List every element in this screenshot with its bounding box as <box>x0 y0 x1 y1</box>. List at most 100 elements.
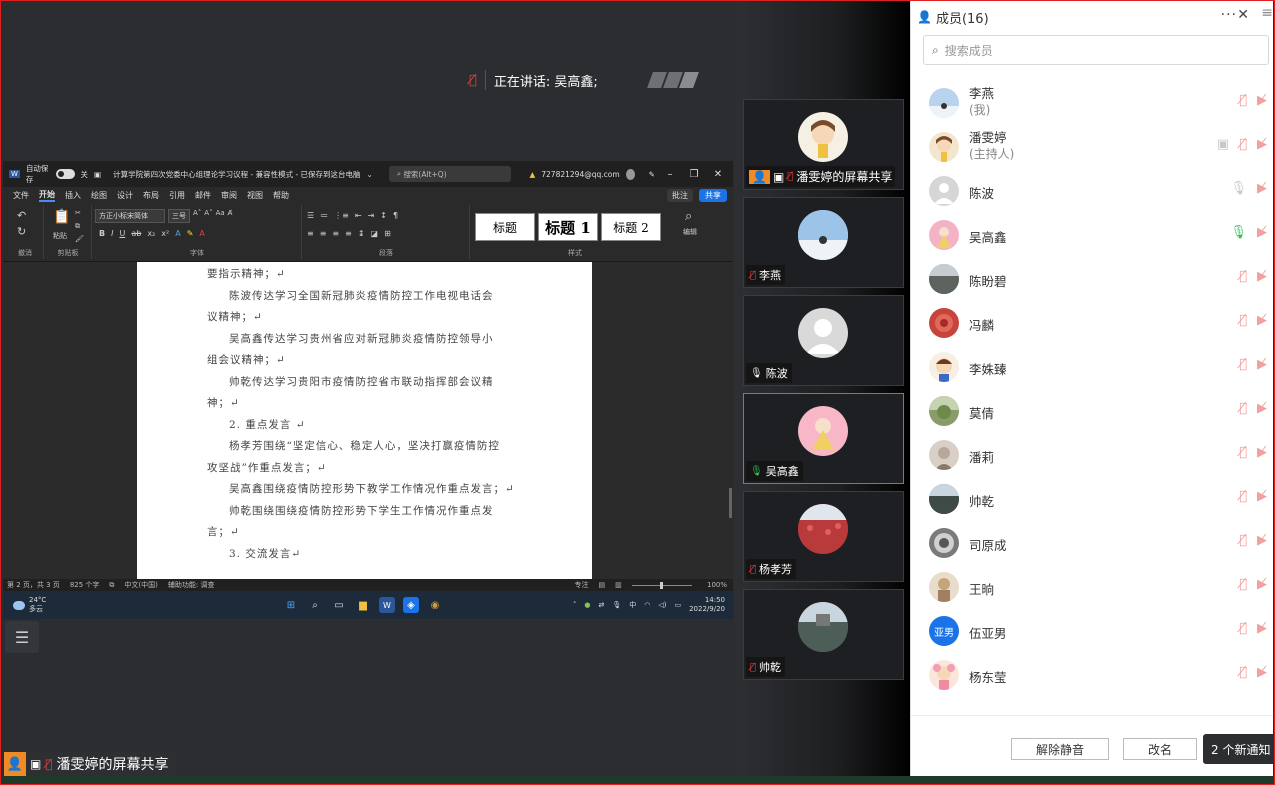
word-search-box[interactable]: ⌕ 搜索(Alt+Q) <box>388 166 512 182</box>
search-icon[interactable]: ⌕ <box>307 597 323 613</box>
mic-muted-icon[interactable]: 🎙̸ <box>1239 357 1247 372</box>
pen-icon[interactable]: ✎ <box>649 170 655 179</box>
bold-icon[interactable]: B <box>99 229 105 238</box>
member-row[interactable]: 莫倩 🎙̸ ▶̸ <box>911 389 1273 433</box>
strikethrough-icon[interactable]: ab <box>131 229 141 238</box>
bullets-icon[interactable]: ☰ <box>307 211 314 220</box>
paste-label[interactable]: 粘贴 <box>53 231 67 241</box>
accessibility-status[interactable]: 辅助功能: 调查 <box>168 580 215 590</box>
multilevel-icon[interactable]: ⋮≡ <box>334 211 349 220</box>
mic-icon[interactable]: 🎙 <box>1230 181 1247 196</box>
autosave-toggle[interactable] <box>56 169 75 179</box>
copy-icon[interactable]: ⧉ <box>75 222 80 231</box>
more-icon[interactable]: ··· <box>1221 7 1237 23</box>
mic-muted-icon[interactable]: 🎙̸ <box>1239 489 1247 504</box>
align-center-icon[interactable]: ≡ <box>320 229 327 238</box>
camera-off-icon[interactable]: ▶̸ <box>1257 225 1267 240</box>
video-tile[interactable]: 👤 ▣ 🎙̸ 潘雯婷的屏幕共享 <box>743 99 904 190</box>
camera-off-icon[interactable]: ▶̸ <box>1257 313 1267 328</box>
clear-format-icon[interactable]: A̸ <box>228 209 233 223</box>
member-search-input[interactable]: ⌕ 搜索成员 <box>923 35 1269 65</box>
close-icon[interactable]: ✕ <box>1237 7 1249 23</box>
menu-review[interactable]: 审阅 <box>221 190 237 201</box>
decrease-indent-icon[interactable]: ⇤ <box>355 211 362 220</box>
redo-icon[interactable]: ↻ <box>17 225 26 238</box>
taskbar-clock[interactable]: 14:50 2022/9/20 <box>689 596 725 614</box>
paste-icon[interactable]: 📋 <box>53 209 70 225</box>
menu-icon[interactable]: ≡ <box>1261 5 1273 21</box>
camera-off-icon[interactable]: ▶̸ <box>1257 445 1267 460</box>
menu-layout[interactable]: 布局 <box>143 190 159 201</box>
camera-off-icon[interactable]: ▶̸ <box>1257 269 1267 284</box>
menu-references[interactable]: 引用 <box>169 190 185 201</box>
member-row[interactable]: 杨东莹 🎙̸ ▶̸ <box>911 653 1273 697</box>
edit-label[interactable]: 编辑 <box>683 227 697 237</box>
vertical-scrollbar[interactable] <box>729 488 732 518</box>
member-row[interactable]: 冯麟 🎙̸ ▶̸ <box>911 301 1273 345</box>
numbering-icon[interactable]: ≔ <box>320 211 328 220</box>
word-count[interactable]: 825 个字 <box>70 580 100 590</box>
shading-icon[interactable]: ◪ <box>371 229 379 238</box>
rename-button[interactable]: 改名 <box>1123 738 1197 760</box>
line-spacing-icon[interactable]: ↨ <box>358 229 365 238</box>
superscript-icon[interactable]: x² <box>161 229 169 238</box>
wifi-icon[interactable]: ◠ <box>644 601 650 609</box>
mic-muted-icon[interactable]: 🎙̸ <box>1239 621 1247 636</box>
font-size-select[interactable]: 三号 <box>168 209 190 223</box>
font-color-icon[interactable]: A <box>199 229 204 238</box>
mic-muted-icon[interactable]: 🎙̸ <box>1239 93 1247 108</box>
member-row[interactable]: 陈波 🎙 ▶̸ <box>911 169 1273 213</box>
task-view-icon[interactable]: ▭ <box>331 597 347 613</box>
justify-icon[interactable]: ≡ <box>345 229 352 238</box>
underline-icon[interactable]: U <box>119 229 125 238</box>
mic-muted-icon[interactable]: 🎙̸ <box>1239 313 1247 328</box>
italic-icon[interactable]: I <box>111 229 113 238</box>
camera-off-icon[interactable]: ▶̸ <box>1257 489 1267 504</box>
member-row[interactable]: 吴高鑫 🎙 ▶̸ <box>911 213 1273 257</box>
volume-icon[interactable]: ◁) <box>658 601 666 609</box>
show-marks-icon[interactable]: ¶ <box>393 211 398 220</box>
grow-font-icon[interactable]: A˄ <box>193 209 201 223</box>
chevron-down-icon[interactable]: ⌄ <box>367 170 373 179</box>
shrink-font-icon[interactable]: A˅ <box>204 209 212 223</box>
meeting-taskbar-icon[interactable]: ◈ <box>403 597 419 613</box>
ime-indicator[interactable]: 中 <box>629 600 636 610</box>
chevron-up-icon[interactable]: ˄ <box>573 601 577 609</box>
video-tile[interactable]: 🎙̸ 帅乾 <box>743 589 904 680</box>
document-page[interactable]: 要指示精神；↵ 陈波传达学习全国新冠肺炎疫情防控工作电视电话会 议精神；↵ 吴高… <box>137 262 592 579</box>
member-row[interactable]: 潘雯婷 (主持人) ▣ 🎙̸ ▶̸ <box>911 125 1273 169</box>
unmute-all-button[interactable]: 解除静音 <box>1011 738 1109 760</box>
borders-icon[interactable]: ⊞ <box>384 229 391 238</box>
zoom-slider[interactable] <box>631 581 692 589</box>
list-menu-icon[interactable]: ☰ <box>5 621 39 653</box>
member-row[interactable]: 李姝臻 🎙̸ ▶̸ <box>911 345 1273 389</box>
battery-icon[interactable]: ▭ <box>674 601 681 609</box>
member-row[interactable]: 潘莉 🎙̸ ▶̸ <box>911 433 1273 477</box>
video-tile[interactable]: 🎙̸ 李燕 <box>743 197 904 288</box>
member-row[interactable]: 王晌 🎙̸ ▶̸ <box>911 565 1273 609</box>
menu-view[interactable]: 视图 <box>247 190 263 201</box>
mic-muted-icon[interactable]: 🎙̸ <box>1239 577 1247 592</box>
proofing-icon[interactable]: ⧉ <box>109 581 114 590</box>
camera-off-icon[interactable]: ▶̸ <box>1257 93 1267 108</box>
increase-indent-icon[interactable]: ⇥ <box>368 211 375 220</box>
mic-muted-icon[interactable]: 🎙̸ <box>1239 665 1247 680</box>
tray-app-icon[interactable]: ● <box>584 601 590 609</box>
mic-muted-icon[interactable]: 🎙̸ <box>1239 137 1247 152</box>
zoom-level[interactable]: 100% <box>707 581 733 589</box>
menu-mailings[interactable]: 邮件 <box>195 190 211 201</box>
mic-muted-icon[interactable]: 🎙̸ <box>1239 401 1247 416</box>
camera-off-icon[interactable]: ▶̸ <box>1257 357 1267 372</box>
font-name-select[interactable]: 方正小标宋简体 <box>95 209 165 223</box>
align-right-icon[interactable]: ≡ <box>332 229 339 238</box>
camera-off-icon[interactable]: ▶̸ <box>1257 181 1267 196</box>
app-taskbar-icon[interactable]: ◉ <box>427 597 443 613</box>
avatar-icon[interactable] <box>625 168 635 180</box>
camera-off-icon[interactable]: ▶̸ <box>1257 533 1267 548</box>
camera-off-icon[interactable]: ▶̸ <box>1257 665 1267 680</box>
menu-help[interactable]: 帮助 <box>273 190 289 201</box>
camera-off-icon[interactable]: ▶̸ <box>1257 401 1267 416</box>
notification-toast[interactable]: 2 个新通知 <box>1203 734 1275 764</box>
subscript-icon[interactable]: x₂ <box>147 229 155 238</box>
member-row[interactable]: 帅乾 🎙̸ ▶̸ <box>911 477 1273 521</box>
